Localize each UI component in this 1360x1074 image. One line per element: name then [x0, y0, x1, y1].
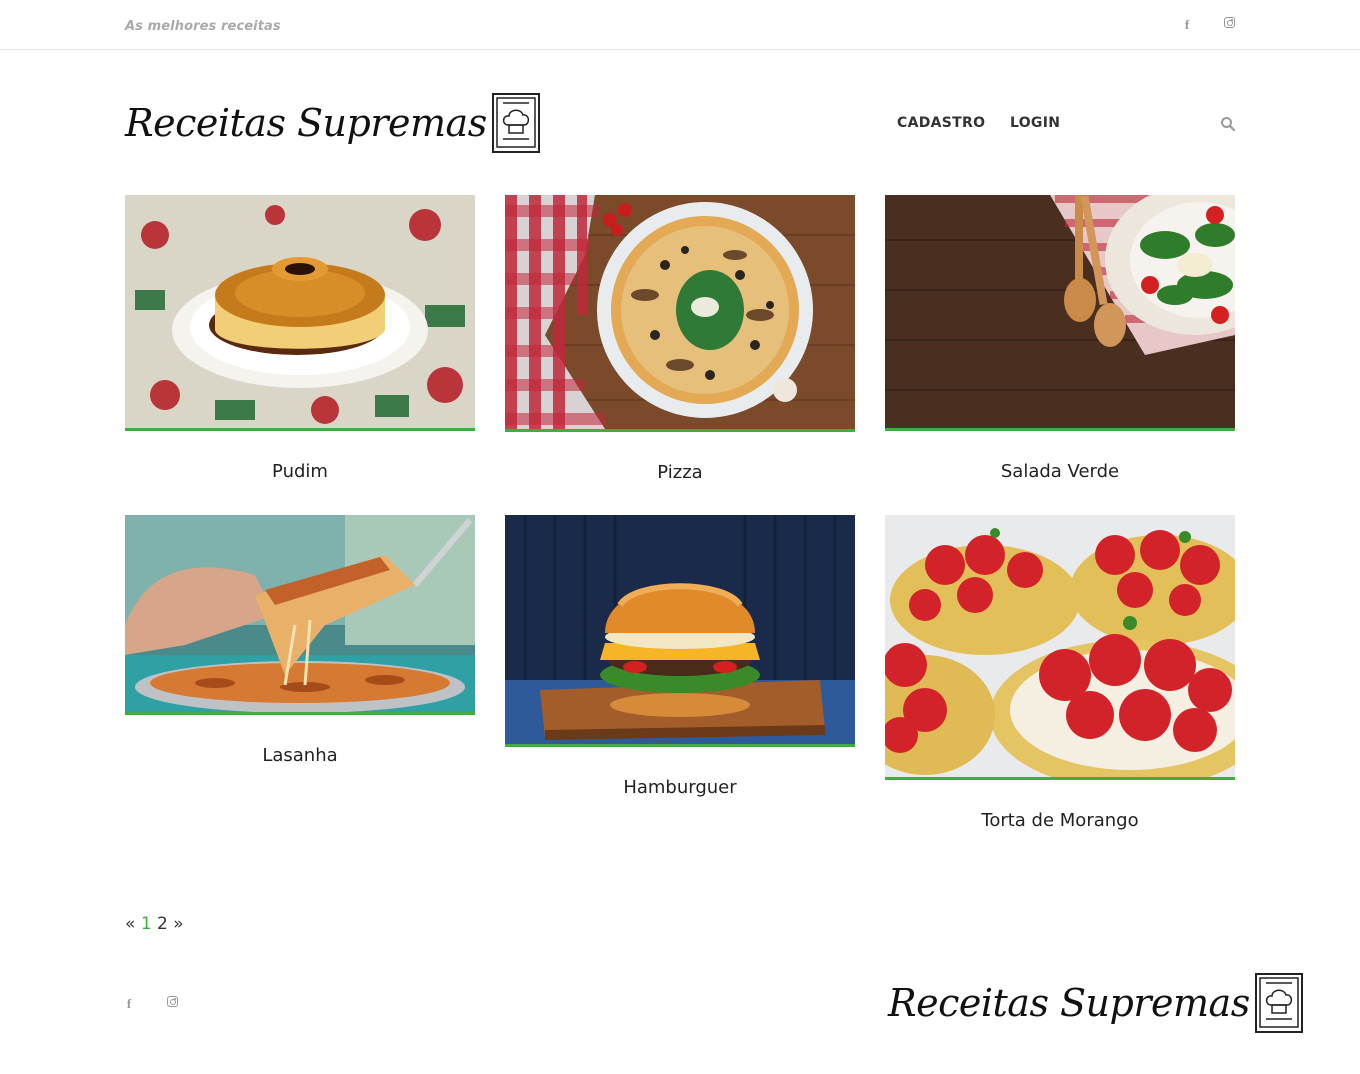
recipe-title[interactable]: Pudim: [125, 461, 475, 482]
recipe-image-torta-de-morango[interactable]: [885, 515, 1235, 780]
facebook-icon[interactable]: f: [122, 996, 136, 1012]
nav-cadastro[interactable]: CADASTRO: [897, 115, 985, 131]
recipe-image-salada-verde[interactable]: [885, 195, 1235, 431]
pagination-next[interactable]: »: [173, 914, 183, 934]
recipe-title[interactable]: Lasanha: [125, 745, 475, 766]
pagination-page-1[interactable]: 1: [141, 914, 152, 934]
recipe-card-torta-de-morango[interactable]: Torta de Morango: [885, 515, 1235, 831]
instagram-icon[interactable]: [165, 996, 179, 1012]
pagination-prev[interactable]: «: [125, 914, 135, 934]
footer-logo[interactable]: Receitas Supremas: [888, 970, 1303, 1036]
pagination-page-2[interactable]: 2: [157, 914, 168, 934]
pudim-illustration: [125, 195, 475, 428]
recipe-book-icon: [1254, 973, 1303, 1033]
recipe-title[interactable]: Torta de Morango: [885, 810, 1235, 831]
recipe-image-lasanha[interactable]: [125, 515, 475, 715]
facebook-icon[interactable]: f: [1180, 17, 1194, 33]
hamburger-illustration: [505, 515, 855, 744]
logo-text: Receitas Supremas: [125, 101, 487, 145]
recipe-card-lasanha[interactable]: Lasanha: [125, 515, 475, 766]
recipe-card-pudim[interactable]: Pudim: [125, 195, 475, 482]
recipe-image-hamburguer[interactable]: [505, 515, 855, 747]
recipe-image-pizza[interactable]: [505, 195, 855, 432]
pagination: « 1 2 »: [125, 914, 184, 934]
top-bar: As melhores receitas f: [0, 0, 1360, 50]
footer-logo-text: Receitas Supremas: [888, 981, 1250, 1025]
site-logo[interactable]: Receitas Supremas: [125, 90, 540, 156]
lasagna-illustration: [125, 515, 475, 712]
search-icon[interactable]: [1220, 116, 1236, 132]
pizza-illustration: [505, 195, 855, 429]
recipe-title[interactable]: Pizza: [505, 462, 855, 483]
recipe-card-pizza[interactable]: Pizza: [505, 195, 855, 483]
site-tagline: As melhores receitas: [125, 19, 281, 34]
salad-illustration: [885, 195, 1235, 428]
recipe-book-icon: [491, 93, 540, 153]
recipe-image-pudim[interactable]: [125, 195, 475, 431]
nav-login[interactable]: LOGIN: [1010, 115, 1060, 131]
recipe-title[interactable]: Salada Verde: [885, 461, 1235, 482]
recipe-card-salada-verde[interactable]: Salada Verde: [885, 195, 1235, 482]
recipe-card-hamburguer[interactable]: Hamburguer: [505, 515, 855, 798]
instagram-icon[interactable]: [1222, 17, 1236, 33]
recipe-title[interactable]: Hamburguer: [505, 777, 855, 798]
strawberry-tart-illustration: [885, 515, 1235, 777]
